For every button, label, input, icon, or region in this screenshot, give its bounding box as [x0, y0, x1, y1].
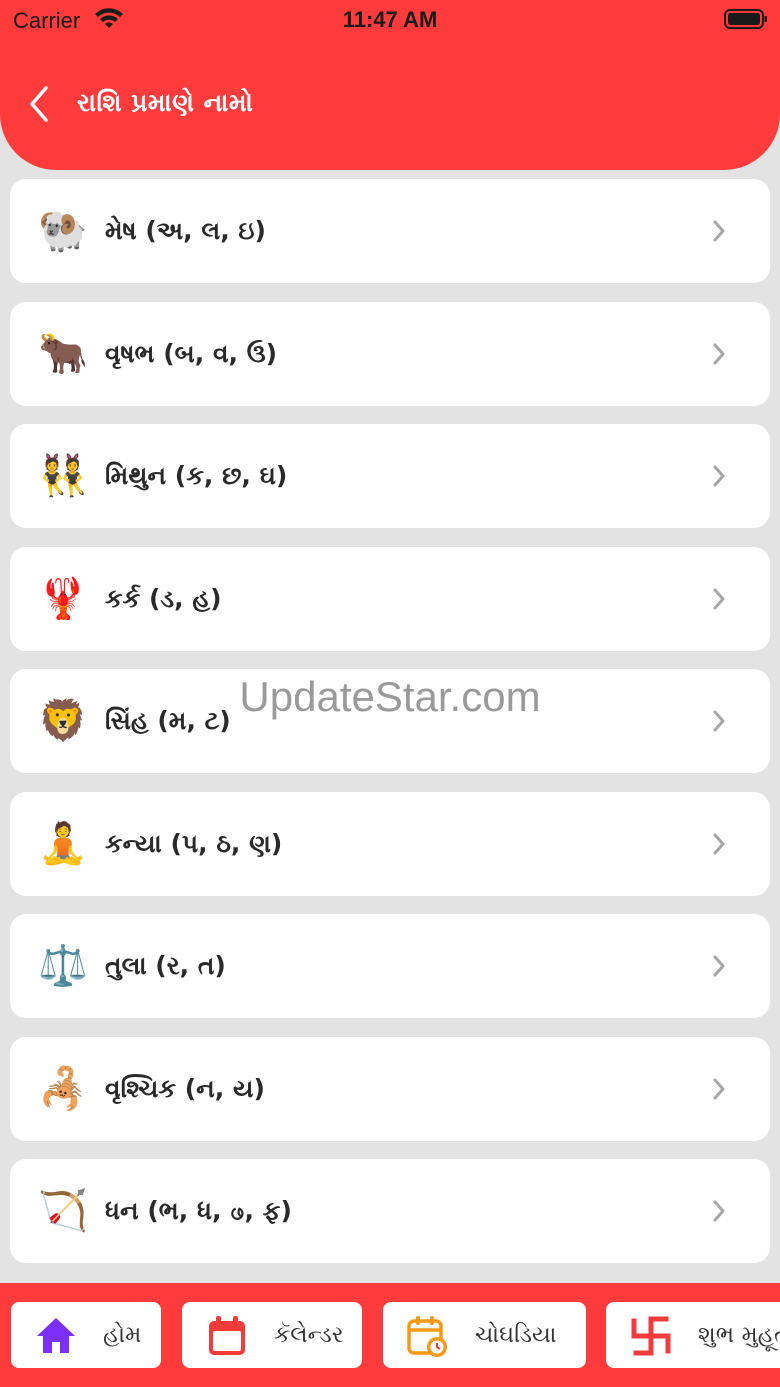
home-icon — [37, 1318, 75, 1353]
rashi-label: કન્યા (પ, ઠ, ણ) — [105, 828, 283, 858]
rashi-item-vrushabh[interactable]: 🐂 વૃષભ (બ, વ, ઉ) — [10, 301, 770, 406]
rashi-item-sinh[interactable]: 🦁 સિંહ (મ, ટ) — [10, 669, 770, 773]
chevron-right-icon — [713, 955, 725, 977]
rashi-label: વૃશ્ચિક (ન, ય) — [105, 1073, 265, 1103]
virgo-maiden-icon: 🧘 — [38, 820, 88, 867]
tab-choghadiya[interactable]: ચોઘડિયા — [383, 1302, 586, 1368]
tab-label: ચોઘડિયા — [475, 1322, 557, 1348]
rashi-item-tula[interactable]: ⚖️ તુલા (ર, ત) — [10, 914, 770, 1018]
choghadiya-icon — [407, 1316, 447, 1357]
rashi-label: વૃષભ (બ, વ, ઉ) — [105, 338, 278, 368]
rashi-item-vrushchik[interactable]: 🦂 વૃશ્ચિક (ન, ય) — [10, 1036, 770, 1141]
tab-shubh-muhurat[interactable]: શુભ મુહૂર્ત — [606, 1302, 780, 1368]
rashi-item-dhan[interactable]: 🏹 ધન (ભ, ધ, ဖ, ફ) — [10, 1159, 770, 1263]
clock: 11:47 AM — [342, 7, 438, 32]
rashi-list: 🐏 મેષ (અ, લ, ઇ) 🐂 વૃષભ (બ, વ, ઉ) 👯 મિથુન… — [10, 179, 770, 1282]
status-bar: Carrier 11:47 AM — [0, 0, 780, 40]
libra-scales-icon: ⚖️ — [38, 943, 88, 989]
aries-ram-icon: 🐏 — [38, 208, 88, 254]
cancer-crab-icon: 🦞 — [38, 575, 88, 622]
page-title: રાશિ પ્રમાણે નામો — [77, 88, 254, 117]
chevron-right-icon — [713, 710, 725, 732]
rashi-label: ધન (ભ, ધ, ဖ, ફ) — [105, 1196, 292, 1225]
rashi-item-mithun[interactable]: 👯 મિથુન (ક, છ, ઘ) — [10, 424, 770, 528]
rashi-label: સિંહ (મ, ટ) — [105, 706, 231, 735]
back-chevron-icon[interactable] — [24, 84, 56, 124]
tab-label: શુભ મુહૂર્ત — [698, 1322, 780, 1348]
tab-calendar[interactable]: કૅલેન્ડર — [182, 1302, 362, 1368]
battery-icon — [724, 9, 767, 29]
sagittarius-archer-icon: 🏹 — [38, 1188, 88, 1234]
rashi-label: તુલા (ર, ત) — [105, 951, 226, 980]
scorpio-scorpion-icon: 🦂 — [38, 1065, 88, 1112]
taurus-ox-icon: 🐂 — [38, 330, 88, 377]
chevron-right-icon — [713, 343, 725, 364]
tab-label: કૅલેન્ડર — [274, 1322, 344, 1348]
rashi-item-kanya[interactable]: 🧘 કન્યા (પ, ઠ, ણ) — [10, 791, 770, 896]
chevron-right-icon — [713, 588, 725, 609]
chevron-right-icon — [713, 1200, 725, 1222]
tab-home[interactable]: હોમ — [11, 1302, 161, 1368]
rashi-item-mesh[interactable]: 🐏 મેષ (અ, લ, ઇ) — [10, 179, 770, 283]
calendar-icon — [209, 1316, 245, 1355]
rashi-item-kark[interactable]: 🦞 કર્ક (ડ, હ) — [10, 546, 770, 651]
tab-label: હોમ — [103, 1322, 142, 1348]
chevron-right-icon — [713, 833, 725, 854]
rashi-label: મિથુન (ક, છ, ઘ) — [105, 461, 288, 490]
rashi-label: મેષ (અ, લ, ઇ) — [105, 216, 266, 245]
chevron-right-icon — [713, 220, 725, 242]
gemini-twins-icon: 👯 — [38, 453, 88, 499]
chevron-right-icon — [713, 465, 725, 487]
bottom-tab-bar: હોમ કૅલેન્ડર ચોઘડિયા શુભ મુહૂ — [0, 1283, 780, 1387]
leo-lion-icon: 🦁 — [38, 698, 88, 744]
rashi-label: કર્ક (ડ, હ) — [105, 583, 222, 613]
chevron-right-icon — [713, 1078, 725, 1099]
swastik-icon — [631, 1316, 671, 1356]
